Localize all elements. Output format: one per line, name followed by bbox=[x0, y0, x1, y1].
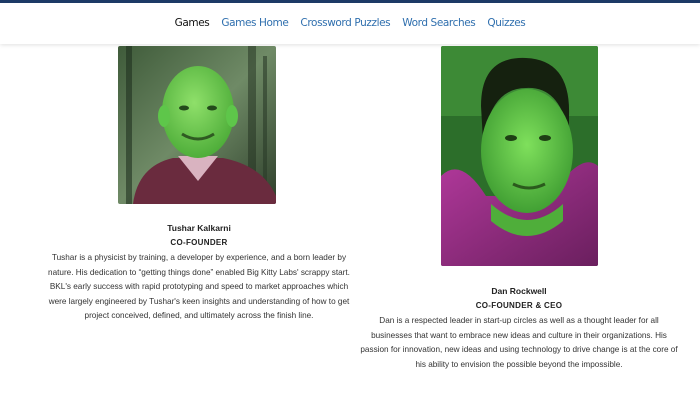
main-nav: Games Games Home Crossword Puzzles Word … bbox=[0, 17, 700, 29]
nav-link-games-home[interactable]: Games Home bbox=[221, 17, 288, 29]
team-member-photo-1 bbox=[118, 46, 276, 204]
team-member-card-2: Dan Rockwell CO-FOUNDER & CEO Dan is a r… bbox=[360, 285, 678, 372]
team-member-role: CO-FOUNDER & CEO bbox=[475, 301, 563, 310]
team-member-card-1: Tushar Kalkarni CO-FOUNDER Tushar is a p… bbox=[40, 222, 358, 324]
nav-link-games[interactable]: Games bbox=[175, 17, 210, 29]
team-member-name: Tushar Kalkarni bbox=[167, 223, 231, 233]
team-member-name: Dan Rockwell bbox=[491, 286, 547, 296]
team-member-bio: Dan is a respected leader in start-up ci… bbox=[360, 316, 678, 369]
team-member-photo-2 bbox=[441, 46, 598, 266]
nav-link-word-searches[interactable]: Word Searches bbox=[402, 17, 476, 29]
nav-link-quizzes[interactable]: Quizzes bbox=[487, 17, 525, 29]
team-member-role: CO-FOUNDER bbox=[170, 238, 228, 247]
top-navigation-bar: Games Games Home Crossword Puzzles Word … bbox=[0, 0, 700, 44]
nav-link-crossword-puzzles[interactable]: Crossword Puzzles bbox=[300, 17, 390, 29]
team-member-bio: Tushar is a physicist by training, a dev… bbox=[48, 253, 350, 320]
